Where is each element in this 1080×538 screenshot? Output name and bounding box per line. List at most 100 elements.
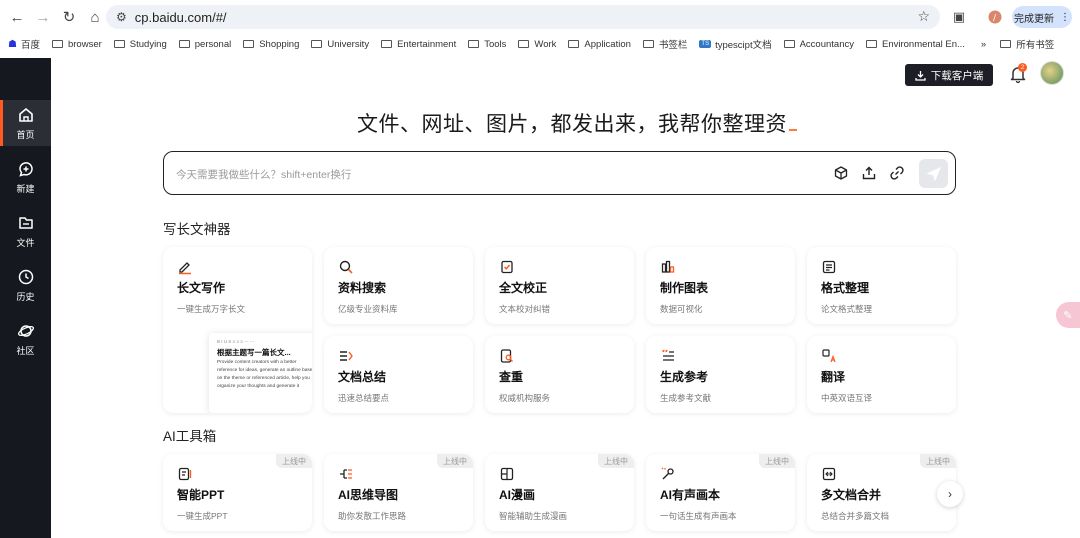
preview-text: Provide content creators with a better r…	[217, 360, 312, 389]
cube-icon[interactable]	[833, 165, 849, 181]
sidebar-item-label: 文件	[16, 237, 35, 248]
search-icon	[339, 260, 353, 274]
card-ai-ppt[interactable]: 上线中 智能PPT 一键生成PPT	[163, 454, 312, 531]
carousel-next-button[interactable]: ›	[937, 481, 963, 507]
site-info-icon[interactable]: ⚙	[116, 10, 127, 24]
sidebar-item-label: 新建	[16, 183, 35, 194]
link-icon[interactable]	[889, 165, 905, 181]
folder-icon	[18, 216, 33, 229]
card-title: 资料搜索	[338, 281, 387, 295]
update-button[interactable]: 完成更新 ⋮	[1012, 6, 1072, 28]
mindmap-icon	[340, 469, 352, 479]
card-desc: 一键生成PPT	[177, 511, 228, 521]
bookmark-item[interactable]: Entertainment	[381, 39, 456, 50]
bookmark-label: Shopping	[259, 38, 300, 50]
bookmark-label: typescipt文档	[715, 40, 772, 51]
update-label: 完成更新	[1014, 13, 1054, 25]
status-badge: 上线中	[437, 454, 473, 468]
card-material-search[interactable]: 资料搜索 亿级专业资料库	[324, 247, 473, 324]
card-translate[interactable]: 翻译 中英双语互译	[807, 336, 956, 413]
browser-chrome: ← → ↻ ⌂ ⚙ cp.baidu.com/#/ ☆ ▣ / 完成更新 ⋮ ☗…	[0, 0, 1080, 58]
bookmark-item[interactable]: browser	[51, 38, 102, 50]
bookmark-item[interactable]: Shopping	[243, 39, 299, 50]
bookmark-item[interactable]: Application	[568, 39, 631, 50]
card-title: 生成参考	[660, 370, 709, 384]
bookmark-item[interactable]: Studying	[113, 39, 167, 50]
bookmark-item[interactable]: Environmental En...	[866, 39, 965, 50]
bookmark-label: Accountancy	[799, 38, 854, 50]
writing-preview: B I U S ≡ ≡ ≡ ⋯ ⋯ 根据主题写一篇长文... Provide c…	[209, 333, 312, 413]
forward-icon[interactable]: →	[32, 6, 54, 28]
sidebar-item-history[interactable]: 历史	[0, 262, 51, 308]
card-ai-comic[interactable]: 上线中 AI漫画 智能辅助生成漫画	[485, 454, 634, 531]
bookmark-item[interactable]: 书签栏	[642, 37, 687, 51]
all-bookmarks-button[interactable]: 所有书签	[1000, 37, 1054, 51]
card-ai-audiobook[interactable]: 上线中 AI有声画本 一句话生成有声画本	[646, 454, 795, 531]
summary-icon	[340, 351, 353, 361]
prompt-placeholder: 今天需要我做些什么？shift+enter换行	[176, 169, 352, 181]
translate-icon	[822, 349, 836, 363]
card-title: 全文校正	[499, 281, 548, 295]
card-proofread[interactable]: 全文校正 文本校对纠错	[485, 247, 634, 324]
planet-icon	[17, 324, 34, 337]
bookmark-item[interactable]: TS typescipt文档	[699, 37, 772, 51]
status-badge: 上线中	[920, 454, 956, 468]
home-button-icon[interactable]: ⌂	[84, 6, 106, 28]
sidebar-item-label: 首页	[16, 129, 35, 140]
avatar[interactable]	[1040, 61, 1064, 85]
folder-icon	[1000, 40, 1012, 48]
home-icon	[18, 107, 33, 122]
address-bar[interactable]: ⚙ cp.baidu.com/#/ ☆	[106, 5, 940, 29]
sidebar-item-new[interactable]: 新建	[0, 154, 51, 200]
back-icon[interactable]: ←	[6, 6, 28, 28]
bookmark-star-icon[interactable]: ☆	[917, 8, 930, 25]
floating-assistant-button[interactable]: ✎	[1056, 302, 1080, 328]
download-label: 下载客户端	[930, 69, 984, 82]
baidu-icon: ☗	[8, 38, 17, 50]
bookmark-item[interactable]: University	[311, 39, 369, 50]
send-button[interactable]	[919, 159, 948, 188]
bookmarks-bar: ☗ 百度 browser Studying personal Shopping Univer…	[0, 34, 1080, 54]
card-make-chart[interactable]: 制作图表 数据可视化	[646, 247, 795, 324]
bookmark-item[interactable]: personal	[178, 39, 231, 50]
card-doc-merge[interactable]: 上线中 多文档合并 总结合并多篇文档	[807, 454, 956, 531]
bookmark-item[interactable]: Tools	[468, 39, 506, 50]
section-title-ai-tools: AI工具箱	[163, 429, 217, 444]
card-ai-mindmap[interactable]: 上线中 AI思维导图 助你发散工作思路	[324, 454, 473, 531]
sidebar-item-home[interactable]: 首页	[0, 100, 51, 146]
card-title: 智能PPT	[177, 488, 225, 502]
bookmark-item[interactable]: Accountancy	[783, 38, 854, 50]
download-client-button[interactable]: 下载客户端	[905, 64, 993, 86]
card-long-writing[interactable]: 长文写作 一键生成万字长文 B I U S ≡ ≡ ≡ ⋯ ⋯ 根据主题写一篇长…	[163, 247, 312, 413]
plagiarism-icon	[500, 349, 513, 363]
chevron-right-icon: ›	[948, 487, 952, 501]
bookmark-item[interactable]: ☗ 百度	[8, 37, 40, 52]
more-bookmarks-button[interactable]: »	[981, 39, 986, 50]
url-text[interactable]: cp.baidu.com/#/	[135, 10, 227, 25]
bookmark-label: browser	[67, 38, 102, 50]
folder-icon	[468, 40, 480, 48]
folder-icon	[866, 40, 877, 48]
card-reference[interactable]: 生成参考 生成参考文献	[646, 336, 795, 413]
profile-icon[interactable]: /	[987, 6, 1003, 28]
card-title: 查重	[499, 370, 524, 384]
reload-icon[interactable]: ↻	[58, 6, 80, 28]
prompt-input[interactable]: 今天需要我做些什么？shift+enter换行	[163, 151, 956, 195]
status-badge: 上线中	[759, 454, 795, 468]
folder-icon	[113, 40, 125, 48]
card-plagiarism[interactable]: 查重 权威机构服务	[485, 336, 634, 413]
card-title: 格式整理	[821, 281, 870, 295]
extensions-icon[interactable]: ▣	[950, 6, 968, 28]
folder-icon	[642, 40, 654, 48]
upload-icon[interactable]	[861, 165, 877, 181]
bookmark-item[interactable]: Work	[518, 39, 556, 50]
preview-title: 根据主题写一篇长文...	[217, 348, 291, 357]
kebab-menu-icon[interactable]: ⋮	[1060, 12, 1070, 23]
sidebar-item-community[interactable]: 社区	[0, 316, 51, 362]
card-summary[interactable]: 文档总结 迅速总结要点	[324, 336, 473, 413]
folder-icon	[178, 40, 190, 48]
sidebar-item-files[interactable]: 文件	[0, 208, 51, 254]
card-format[interactable]: 格式整理 论文格式整理	[807, 247, 956, 324]
card-desc: 一键生成万字长文	[177, 304, 246, 314]
merge-icon	[822, 467, 836, 481]
